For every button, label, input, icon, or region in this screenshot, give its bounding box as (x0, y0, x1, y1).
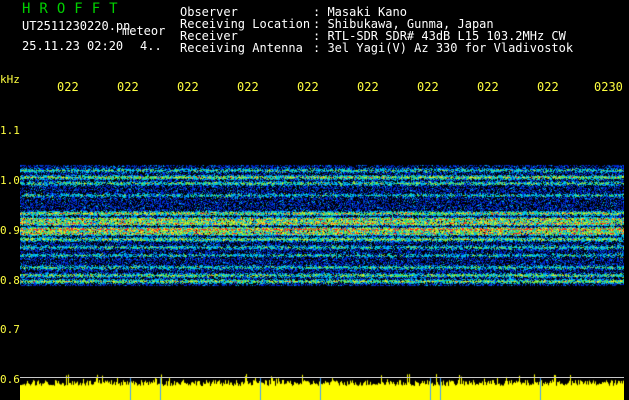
time-tick-1: 022 (57, 80, 79, 94)
count-label: 4.. (140, 39, 162, 53)
time-tick-5: 022 (297, 80, 319, 94)
info-label-antenna: Receiving Antenna (180, 41, 303, 55)
baseline-divider (20, 377, 624, 378)
datetime-label: 25.11.23 02:20 (22, 39, 124, 53)
axis-unit-label: kHz (0, 73, 20, 86)
app-title: HROFFT (22, 1, 127, 17)
freq-tick-1-1: 1.1 (0, 124, 20, 137)
spectrogram-plot (20, 95, 624, 400)
time-tick-3: 022 (177, 80, 199, 94)
time-tick-8: 022 (477, 80, 499, 94)
time-tick-9: 022 (537, 80, 559, 94)
time-tick-4: 022 (237, 80, 259, 94)
time-tick-6: 022 (357, 80, 379, 94)
freq-tick-0-6: 0.6 (0, 373, 20, 386)
time-tick-10: 0230 (594, 80, 623, 94)
info-value-antenna: : 3el Yagi(V) Az 330 for Vladivostok (313, 41, 574, 55)
spectrogram-canvas (20, 95, 624, 400)
time-tick-2: 022 (117, 80, 139, 94)
freq-tick-0-7: 0.7 (0, 323, 20, 336)
freq-tick-1-0: 1.0 (0, 174, 20, 187)
mode-label: meteor (122, 24, 166, 38)
freq-tick-0-8: 0.8 (0, 274, 20, 287)
filename-label: UT2511230220.pn (22, 19, 131, 33)
time-tick-7: 022 (417, 80, 439, 94)
freq-tick-0-9: 0.9 (0, 224, 20, 237)
